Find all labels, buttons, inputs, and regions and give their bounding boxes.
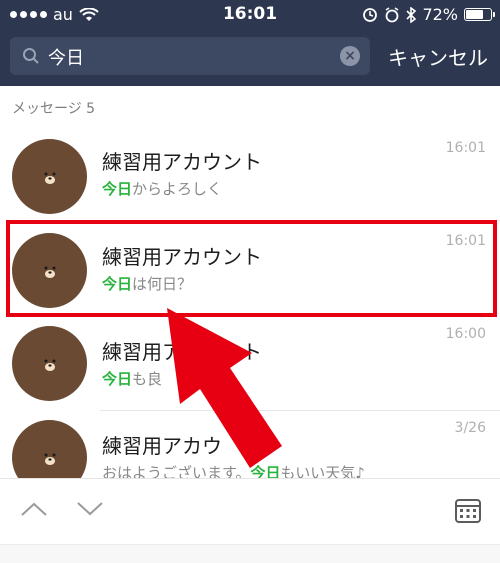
bluetooth-icon <box>406 6 417 23</box>
clear-icon[interactable]: × <box>340 46 360 66</box>
sender-name: 練習用アカウント <box>102 150 262 174</box>
bottom-bar <box>0 544 500 563</box>
match-highlight: 今日 <box>102 180 133 198</box>
alarm-icon <box>363 7 378 22</box>
avatar <box>12 326 87 401</box>
match-highlight: 今日 <box>102 370 133 388</box>
status-bar: au 16:01 72% <box>0 0 500 28</box>
message-preview: 今日も良 <box>102 370 163 388</box>
search-icon <box>23 48 39 64</box>
list-item[interactable]: 練習用アカウント 今日からよろしく 16:01 <box>0 122 500 216</box>
battery-percent: 72% <box>422 5 458 24</box>
calendar-icon[interactable] <box>454 497 482 525</box>
list-item[interactable]: 練習用アカウント 今日も良 16:00 <box>0 312 500 406</box>
cancel-button[interactable]: キャンセル <box>388 42 488 71</box>
chevron-down-icon[interactable] <box>76 501 104 517</box>
alarm-clock-icon <box>385 6 399 22</box>
message-time: 16:00 <box>445 326 486 342</box>
bear-face-icon <box>44 453 56 465</box>
message-preview: 今日からよろしく <box>102 180 223 198</box>
sender-name: 練習用アカウ <box>102 434 222 458</box>
avatar <box>12 139 87 214</box>
header: au 16:01 72% 今日 × キャンセル <box>0 0 500 86</box>
search-input[interactable]: 今日 × <box>10 37 370 75</box>
sender-name: 練習用アカウント <box>102 340 262 364</box>
chevron-up-icon[interactable] <box>20 501 48 517</box>
bear-face-icon <box>44 172 56 184</box>
section-label: メッセージ 5 <box>12 101 96 117</box>
message-time: 16:01 <box>445 140 486 156</box>
message-time: 3/26 <box>454 420 486 436</box>
search-value: 今日 <box>48 48 84 69</box>
bear-face-icon <box>44 359 56 371</box>
battery-icon <box>464 8 495 21</box>
annotation-highlight-box <box>6 220 497 317</box>
result-toolbar <box>0 478 500 544</box>
